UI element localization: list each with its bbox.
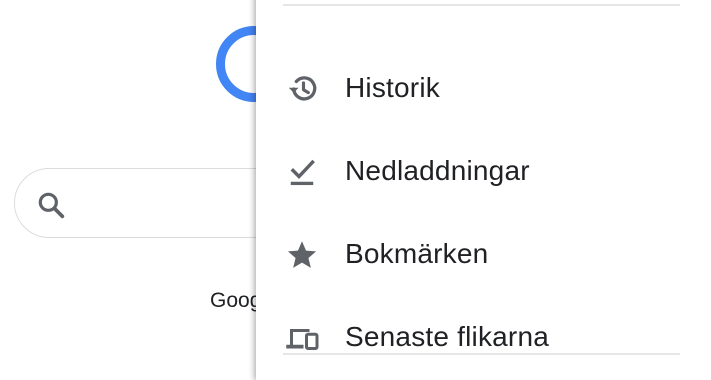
star-icon — [287, 241, 317, 268]
menu-divider-bottom — [283, 353, 680, 355]
overflow-menu: Historik Nedladdningar Bokmärken Senaste… — [256, 0, 711, 380]
background-caption: Goog — [210, 289, 262, 312]
menu-item-recent-tabs[interactable]: Senaste flikarna — [256, 297, 711, 379]
devices-icon — [286, 329, 319, 350]
menu-item-downloads[interactable]: Nedladdningar — [256, 131, 711, 213]
menu-divider-top — [283, 4, 680, 6]
download-done-icon — [290, 159, 315, 186]
menu-item-history[interactable]: Historik — [256, 48, 711, 130]
menu-item-label: Bokmärken — [345, 238, 489, 269]
menu-item-label: Historik — [345, 72, 440, 103]
menu-item-label: Senaste flikarna — [345, 321, 549, 352]
menu-item-bookmarks[interactable]: Bokmärken — [256, 214, 711, 296]
search-icon — [38, 192, 65, 219]
menu-item-label: Nedladdningar — [345, 155, 530, 186]
history-icon — [288, 76, 317, 101]
